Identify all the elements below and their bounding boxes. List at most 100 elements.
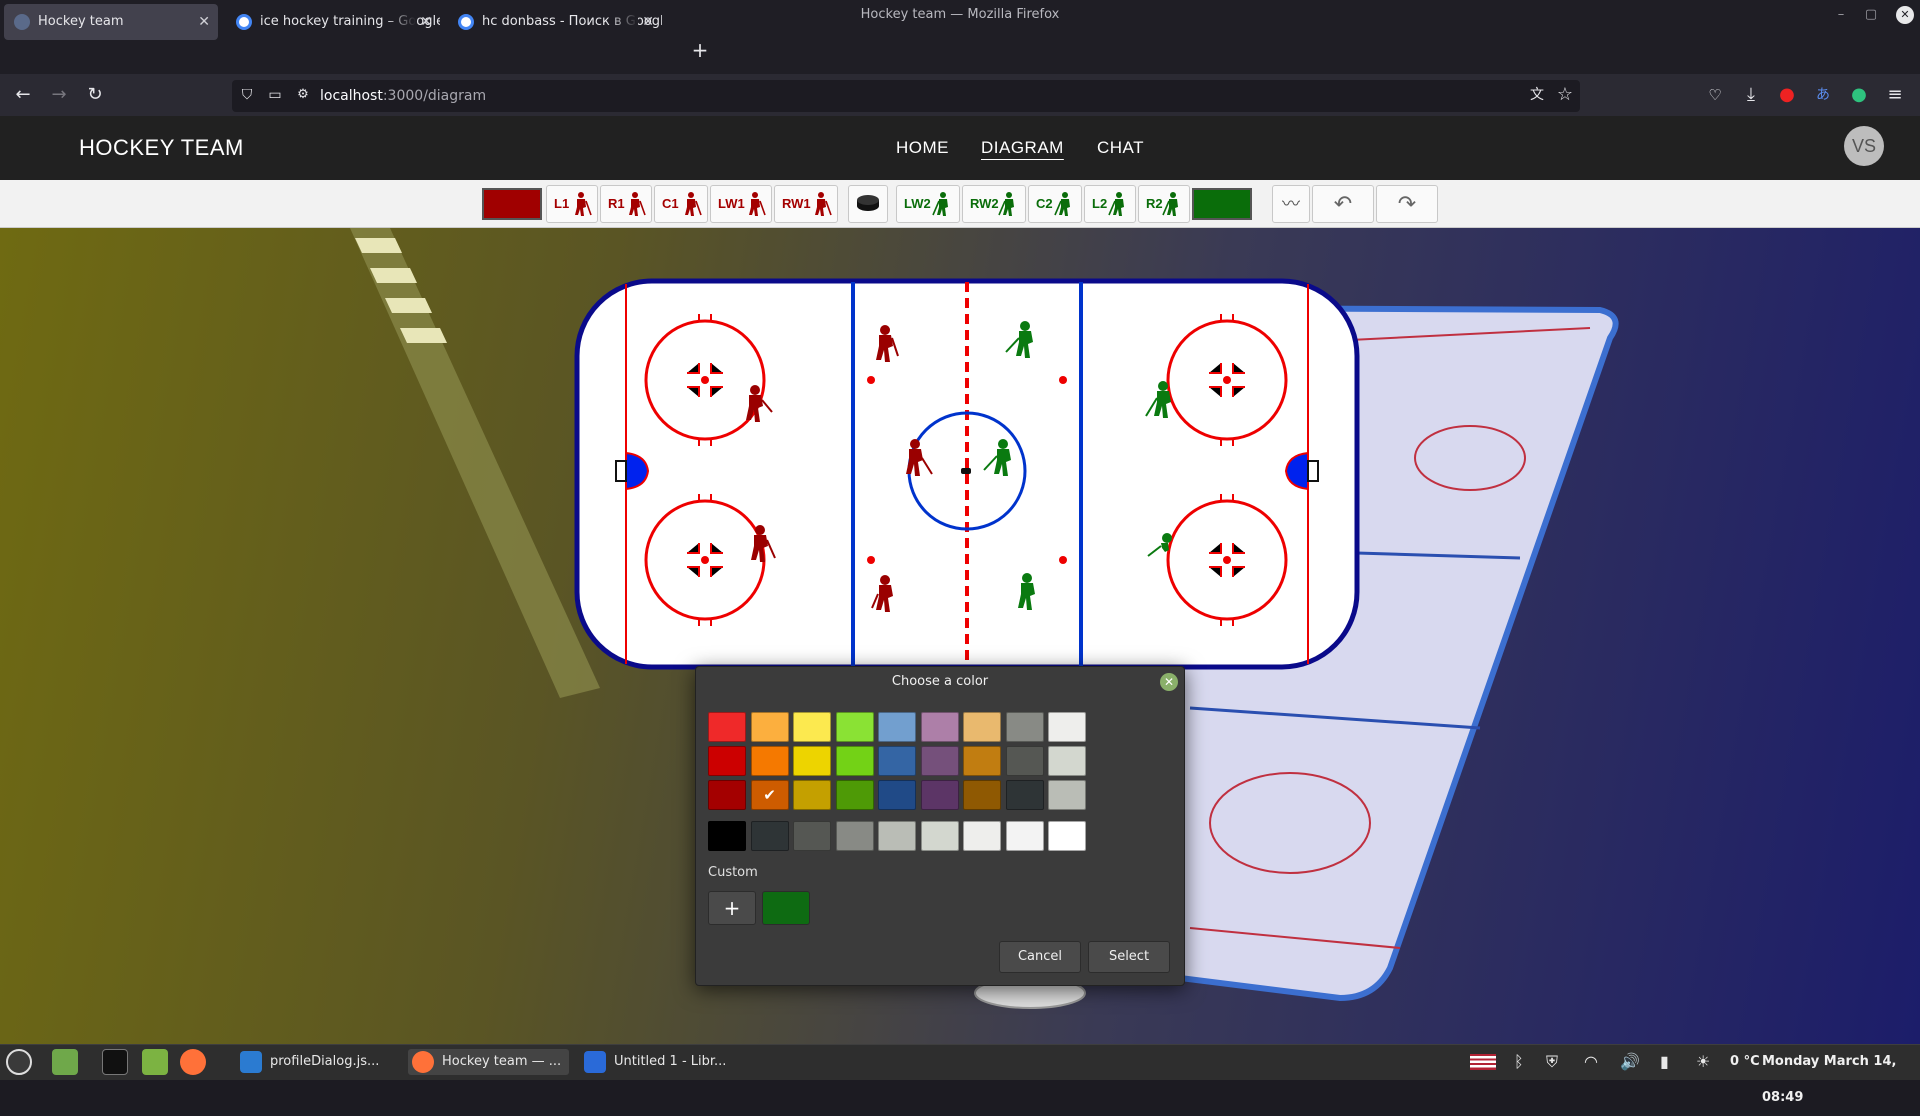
undo-button[interactable]: ↶ bbox=[1312, 185, 1374, 223]
gray-color-2e3436[interactable] bbox=[750, 821, 789, 851]
volume-icon[interactable]: 🔊 bbox=[1620, 1049, 1640, 1075]
pocket-icon[interactable]: ♡ bbox=[1700, 80, 1730, 110]
palette-color-729fcf[interactable] bbox=[878, 712, 916, 742]
extension-red-icon[interactable]: ● bbox=[1772, 80, 1802, 110]
taskbar-app-libreoffice[interactable]: Untitled 1 - Libr... bbox=[580, 1049, 726, 1075]
palette-color-4e9a06[interactable] bbox=[835, 780, 874, 810]
gray-color-888a85[interactable] bbox=[835, 821, 874, 851]
player-rw1-button[interactable]: RW1 bbox=[774, 185, 838, 223]
palette-color-3465a4[interactable] bbox=[878, 746, 916, 776]
permissions-icon[interactable]: ⚙ bbox=[288, 80, 318, 110]
temperature[interactable]: 0 °C bbox=[1730, 1044, 1760, 1080]
team-a-color-button[interactable] bbox=[482, 188, 542, 220]
shield-tray-icon[interactable]: ⛨ bbox=[1546, 1049, 1558, 1075]
avatar[interactable]: VS bbox=[1844, 126, 1884, 166]
player-c1-button[interactable]: C1 bbox=[654, 185, 708, 223]
show-desktop-icon[interactable] bbox=[52, 1049, 78, 1075]
translate-extension-icon[interactable]: あ bbox=[1808, 80, 1838, 110]
palette-color-888a85[interactable] bbox=[1005, 712, 1044, 742]
gray-color-000000[interactable] bbox=[708, 821, 746, 851]
taskbar-app-vscode[interactable]: profileDialog.js... bbox=[236, 1049, 379, 1075]
translate-icon[interactable]: 文 bbox=[1522, 80, 1552, 110]
tab-close-icon[interactable]: ✕ bbox=[642, 4, 654, 40]
url-text[interactable]: localhost:3000/diagram bbox=[320, 80, 486, 112]
palette-color-2e3436[interactable] bbox=[1005, 780, 1044, 810]
palette-color-e9b96e[interactable] bbox=[963, 712, 1001, 742]
palette-color-a40000[interactable] bbox=[708, 780, 746, 810]
hockey-rink[interactable] bbox=[574, 278, 1360, 670]
back-icon[interactable]: ← bbox=[8, 80, 38, 110]
bluetooth-icon[interactable]: ᛒ bbox=[1514, 1049, 1524, 1075]
grammarly-icon[interactable]: ● bbox=[1844, 80, 1874, 110]
gray-color-555753[interactable] bbox=[793, 821, 831, 851]
palette-color-babdb6[interactable] bbox=[1048, 780, 1086, 810]
player-lw1-button[interactable]: LW1 bbox=[710, 185, 772, 223]
taskbar-app-firefox[interactable]: Hockey team — ... bbox=[408, 1049, 570, 1075]
select-button[interactable]: Select bbox=[1088, 941, 1170, 973]
player-rw2-button[interactable]: RW2 bbox=[962, 185, 1026, 223]
bookmark-star-icon[interactable]: ☆ bbox=[1550, 80, 1580, 110]
player-l2-button[interactable]: L2 bbox=[1084, 185, 1136, 223]
cancel-button[interactable]: Cancel bbox=[999, 941, 1081, 973]
mint-menu-icon[interactable] bbox=[6, 1049, 32, 1075]
palette-color-c4a000[interactable] bbox=[793, 780, 831, 810]
player-l1-button[interactable]: L1 bbox=[546, 185, 598, 223]
clock[interactable]: Monday March 14, 08:49 bbox=[1762, 1044, 1920, 1105]
palette-color-ad7fa8[interactable] bbox=[920, 712, 959, 742]
tab-close-icon[interactable]: ✕ bbox=[420, 4, 432, 40]
tab-ice-hockey-training[interactable]: ice hockey training – Google ✕ bbox=[226, 4, 440, 40]
palette-color-fcaf3e[interactable] bbox=[750, 712, 789, 742]
terminal-icon[interactable] bbox=[102, 1049, 128, 1075]
menu-icon[interactable]: ≡ bbox=[1880, 80, 1910, 110]
player-r1-button[interactable]: R1 bbox=[600, 185, 652, 223]
palette-color-c17d11[interactable] bbox=[963, 746, 1001, 776]
tab-close-icon[interactable]: ✕ bbox=[198, 4, 210, 40]
palette-color-8ae234[interactable] bbox=[835, 712, 874, 742]
custom-color-swatch[interactable] bbox=[762, 891, 810, 925]
gray-color-d3d7cf[interactable] bbox=[920, 821, 959, 851]
palette-color-fce94f[interactable] bbox=[793, 712, 831, 742]
nav-chat[interactable]: CHAT bbox=[1097, 116, 1144, 180]
palette-color-eeeeec[interactable] bbox=[1048, 712, 1086, 742]
palette-color-73d216[interactable] bbox=[835, 746, 874, 776]
palette-color-edd400[interactable] bbox=[793, 746, 831, 776]
tab-hockey-team[interactable]: Hockey team ✕ bbox=[4, 4, 218, 40]
us-flag-icon[interactable] bbox=[1470, 1054, 1496, 1070]
files-icon[interactable] bbox=[142, 1049, 168, 1075]
shield-icon[interactable]: ⛉ bbox=[232, 80, 262, 110]
palette-color-8f5902[interactable] bbox=[963, 780, 1001, 810]
palette-color-f57900[interactable] bbox=[750, 746, 789, 776]
puck-button[interactable] bbox=[848, 185, 888, 223]
redo-button[interactable]: ↷ bbox=[1376, 185, 1438, 223]
palette-color-cc0000[interactable] bbox=[708, 746, 746, 776]
palette-color-ef2929[interactable] bbox=[708, 712, 746, 742]
brand-title[interactable]: HOCKEY TEAM bbox=[79, 116, 244, 180]
palette-color-555753[interactable] bbox=[1005, 746, 1044, 776]
gray-color-ffffff[interactable] bbox=[1048, 821, 1086, 851]
nav-diagram[interactable]: DIAGRAM bbox=[981, 116, 1064, 180]
battery-icon[interactable]: ▮ bbox=[1660, 1049, 1669, 1075]
add-custom-color-button[interactable]: + bbox=[708, 891, 756, 925]
player-c2-button[interactable]: C2 bbox=[1028, 185, 1082, 223]
team-b-color-button[interactable] bbox=[1192, 188, 1252, 220]
new-tab-button[interactable]: + bbox=[686, 36, 714, 64]
window-close-icon[interactable]: ✕ bbox=[1896, 6, 1914, 24]
reload-icon[interactable]: ↻ bbox=[80, 80, 110, 110]
nav-home[interactable]: HOME bbox=[896, 116, 949, 180]
palette-color-ce5c00[interactable]: ✔ bbox=[750, 780, 789, 810]
wifi-icon[interactable]: ◠ bbox=[1584, 1049, 1598, 1075]
tab-hc-donbass[interactable]: hc donbass - Поиск в Google ✕ bbox=[448, 4, 662, 40]
weather-sun-icon[interactable]: ☀ bbox=[1696, 1049, 1710, 1075]
player-lw2-button[interactable]: LW2 bbox=[896, 185, 960, 223]
palette-color-d3d7cf[interactable] bbox=[1048, 746, 1086, 776]
gray-color-f3f3f3[interactable] bbox=[1005, 821, 1044, 851]
forward-icon[interactable]: → bbox=[44, 80, 74, 110]
maximize-icon[interactable]: ▢ bbox=[1862, 6, 1880, 24]
palette-color-5c3566[interactable] bbox=[920, 780, 959, 810]
gray-color-babdb6[interactable] bbox=[878, 821, 916, 851]
pass-line-button[interactable]: 〰 bbox=[1272, 185, 1310, 223]
palette-color-204a87[interactable] bbox=[878, 780, 916, 810]
firefox-icon[interactable] bbox=[180, 1049, 206, 1075]
dialog-close-icon[interactable]: ✕ bbox=[1160, 673, 1178, 691]
minimize-icon[interactable]: – bbox=[1832, 6, 1850, 24]
